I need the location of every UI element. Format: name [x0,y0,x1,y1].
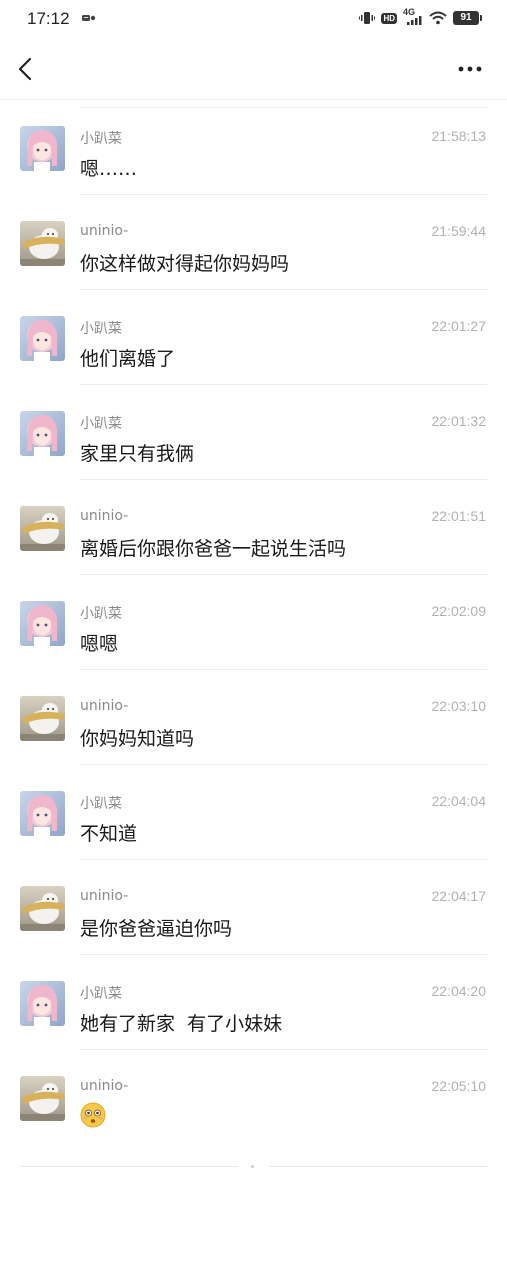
message-row[interactable]: uninio- 22:05:10 [0,1050,507,1145]
white-dog-avatar-icon [20,696,65,741]
message-row[interactable]: 小趴菜 22:01:27 他们离婚了 [0,290,507,385]
avatar[interactable] [20,886,65,931]
avatar[interactable] [20,221,65,266]
anime-girl-avatar-icon [20,126,65,171]
divider-dot [251,1165,254,1168]
signal-bars-icon [407,16,422,25]
message-time: 22:02:09 [431,603,487,619]
status-bar: 17:12 HD 4G 91 [0,0,507,40]
more-dots-icon [458,66,482,72]
divider-line-left [20,1166,238,1167]
message-content: 不知道 [80,823,138,845]
sender-name: uninio- [80,698,129,714]
message-time: 22:01:32 [431,413,487,429]
battery-indicator: 91 [453,11,482,25]
message-content: 她有了新家 有了小妹妹 [80,1013,283,1035]
avatar[interactable] [20,126,65,171]
anime-girl-avatar-icon [20,791,65,836]
anime-girl-avatar-icon [20,411,65,456]
message-content: 你这样做对得起你妈妈吗 [80,253,290,275]
sender-name: 小趴菜 [80,131,122,147]
message-row[interactable]: 小趴菜 22:04:20 她有了新家 有了小妹妹 [0,955,507,1050]
message-content: 离婚后你跟你爸爸一起说生活吗 [80,538,347,560]
message-row[interactable]: uninio- 22:03:10 你妈妈知道吗 [0,670,507,765]
message-row[interactable]: uninio- 22:04:17 是你爸爸逼迫你吗 [0,860,507,955]
sender-name: uninio- [80,223,129,239]
status-time: 17:12 [27,9,70,28]
message-time: 21:58:13 [431,128,487,144]
message-content: 是你爸爸逼迫你吗 [80,918,233,940]
white-dog-avatar-icon [20,506,65,551]
avatar[interactable] [20,601,65,646]
avatar[interactable] [20,981,65,1026]
message-time: 22:03:10 [431,698,487,714]
avatar[interactable] [20,316,65,361]
message-row[interactable]: uninio- 21:59:44 你这样做对得起你妈妈吗 [0,195,507,290]
wifi-icon [429,11,447,25]
sender-name: 小趴菜 [80,606,122,622]
notification-icons [82,14,96,22]
avatar[interactable] [20,696,65,741]
vibrate-icon [359,12,376,24]
avatar[interactable] [20,791,65,836]
message-row[interactable]: 小趴菜 22:04:04 不知道 [0,765,507,860]
message-time: 22:04:20 [431,983,487,999]
message-row[interactable]: uninio- 22:01:51 离婚后你跟你爸爸一起说生活吗 [0,480,507,575]
flushed-face-emoji-icon [80,1102,106,1128]
message-row[interactable]: 小趴菜 22:02:09 嗯嗯 [0,575,507,670]
cellular-signal: 4G [403,8,423,26]
message-time: 22:05:10 [431,1078,487,1094]
avatar[interactable] [20,411,65,456]
status-right-icons: HD 4G 91 [359,8,482,26]
message-content: 家里只有我俩 [80,443,195,465]
anime-girl-avatar-icon [20,601,65,646]
sender-name: uninio- [80,1078,129,1094]
avatar[interactable] [20,506,65,551]
message-notification-icon [82,15,96,21]
avatar[interactable] [20,1076,65,1121]
divider-line-right [269,1166,487,1167]
back-button[interactable] [12,54,42,84]
message-content: 他们离婚了 [80,348,176,370]
chevron-left-icon [18,57,32,81]
nav-bar [0,40,507,100]
more-button[interactable] [457,54,487,84]
message-content: 嗯…… [80,158,138,180]
message-row[interactable]: 小趴菜 22:01:32 家里只有我俩 [0,385,507,480]
flushed-face-emoji [80,1102,106,1128]
end-of-list-divider [20,1165,487,1168]
sender-name: 小趴菜 [80,986,122,1002]
message-row[interactable]: 小趴菜 21:58:13 嗯…… [0,100,507,195]
sender-name: 小趴菜 [80,321,122,337]
sender-name: 小趴菜 [80,796,122,812]
message-time: 21:59:44 [431,223,487,239]
message-time: 22:01:51 [431,508,487,524]
sender-name: uninio- [80,508,129,524]
message-content: 嗯嗯 [80,633,119,655]
white-dog-avatar-icon [20,1076,65,1121]
white-dog-avatar-icon [20,221,65,266]
message-time: 22:01:27 [431,318,487,334]
sender-name: uninio- [80,888,129,904]
message-time: 22:04:04 [431,793,487,809]
white-dog-avatar-icon [20,886,65,931]
message-time: 22:04:17 [431,888,487,904]
anime-girl-avatar-icon [20,981,65,1026]
message-content: 你妈妈知道吗 [80,728,195,750]
hd-badge: HD [381,12,397,24]
anime-girl-avatar-icon [20,316,65,361]
sender-name: 小趴菜 [80,416,122,432]
